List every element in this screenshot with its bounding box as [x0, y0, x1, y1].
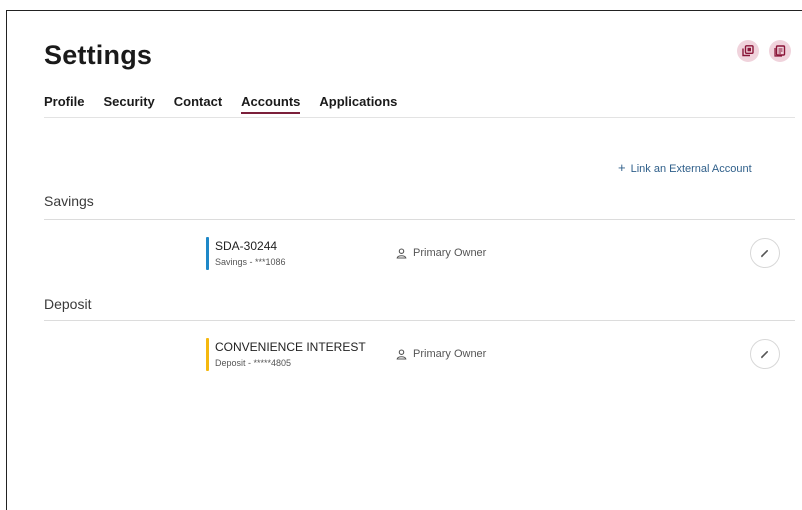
edit-account-button[interactable]: [750, 238, 780, 268]
account-item-deposit[interactable]: CONVENIENCE INTEREST Deposit - *****4805: [206, 338, 366, 371]
tab-applications[interactable]: Applications: [319, 92, 397, 114]
settings-tabs: Profile Security Contact Accounts Applic…: [44, 92, 416, 114]
tab-contact[interactable]: Contact: [174, 92, 222, 114]
owner-label: Primary Owner: [413, 348, 487, 360]
account-subtitle: Savings - ***1086: [215, 257, 286, 267]
page-title: Settings: [44, 40, 153, 70]
plus-icon: +: [618, 160, 626, 175]
document-list-icon[interactable]: [769, 40, 791, 62]
tabs-divider: [44, 117, 795, 118]
section-divider: [44, 320, 795, 321]
section-heading-savings: Savings: [44, 193, 94, 209]
account-item-savings[interactable]: SDA-30244 Savings - ***1086: [206, 237, 286, 270]
tab-profile[interactable]: Profile: [44, 92, 84, 114]
account-name[interactable]: CONVENIENCE INTEREST: [215, 340, 366, 355]
copy-document-icon[interactable]: [737, 40, 759, 62]
edit-account-button[interactable]: [750, 339, 780, 369]
link-external-account-link[interactable]: + Link an External Account: [618, 160, 752, 175]
account-owner: Primary Owner: [396, 348, 486, 360]
tab-security[interactable]: Security: [103, 92, 154, 114]
account-owner: Primary Owner: [396, 247, 486, 259]
account-color-bar: [206, 338, 209, 371]
account-color-bar: [206, 237, 209, 270]
owner-label: Primary Owner: [413, 247, 487, 259]
window-frame: [6, 10, 802, 510]
pencil-icon: [761, 250, 768, 258]
account-name[interactable]: SDA-30244: [215, 239, 286, 254]
link-external-label: Link an External Account: [630, 163, 752, 175]
person-icon: [396, 247, 407, 259]
account-subtitle: Deposit - *****4805: [215, 358, 292, 368]
section-heading-deposit: Deposit: [44, 296, 92, 312]
pencil-icon: [761, 351, 768, 359]
tab-accounts[interactable]: Accounts: [241, 92, 301, 114]
header-actions: [737, 40, 791, 62]
person-icon: [396, 348, 407, 360]
section-divider: [44, 219, 795, 220]
